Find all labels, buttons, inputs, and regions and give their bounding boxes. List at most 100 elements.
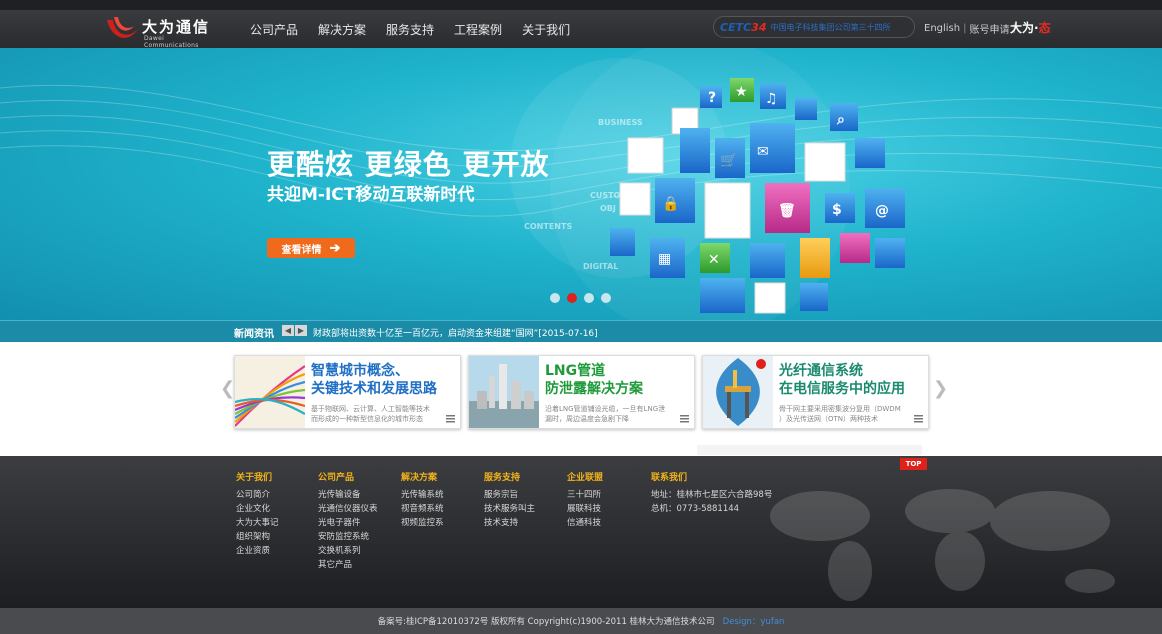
news-headline-link[interactable]: 财政部将出资数十亿至一百亿元，启动资金来组建“国网”[2015-07-16] <box>313 326 598 339</box>
footer-link[interactable]: 企业文化 <box>236 502 279 516</box>
card-title: LNG管道 防泄露解决方案 <box>545 363 643 397</box>
news-ticker: 新闻资讯 ◀ ▶ 财政部将出资数十亿至一百亿元，启动资金来组建“国网”[2015… <box>0 320 1162 342</box>
header: 大为通信 Dawei Communications 公司产品 解决方案 服务支持… <box>0 0 1162 49</box>
banner-title: 更酷炫 更绿色 更开放 <box>267 148 550 181</box>
copyright-bar: 备案号:桂ICP备12010372号 版权所有 Copyright(c)1900… <box>0 608 1162 634</box>
footer-col-title: 公司产品 <box>318 473 355 483</box>
world-map-background <box>770 489 1115 601</box>
nav-cases[interactable]: 工程案例 <box>454 21 502 38</box>
designer-link[interactable]: Design：yufan <box>723 615 785 627</box>
feature-card-smart-city[interactable]: 智慧城市概念、 关键技术和发展思路 基于物联网、云计算、人工智能等技术 而形成的一种… <box>234 355 461 429</box>
feature-cards: 智慧城市概念、 关键技术和发展思路 基于物联网、云计算、人工智能等技术 而形成的一种… <box>234 355 929 430</box>
footer-link[interactable]: 光传输系统 <box>401 488 444 502</box>
footer-link[interactable]: 视频监控系 <box>401 516 444 530</box>
lng-plant-image <box>469 356 539 428</box>
footer-link[interactable]: 组织架构 <box>236 530 279 544</box>
view-details-button[interactable]: 查看详情 ➔ <box>267 238 355 258</box>
footer-link[interactable]: 大为大事记 <box>236 516 279 530</box>
oil-rig-image <box>703 356 773 428</box>
card-description: 基于物联网、云计算、人工智能等技术 而形成的一种新型信息化的城市形态 <box>311 405 430 423</box>
card-title: 智慧城市概念、 关键技术和发展思路 <box>311 363 437 397</box>
card-description: 沿着LNG管道铺设光缆，一旦有LNG泄 漏时，周边温度会急剧下降 <box>545 405 666 423</box>
hero-banner: BUSINESS CUSTO OBJ CONTENTS DIGITAL 更酷炫 … <box>0 48 1162 320</box>
footer-link[interactable]: 光电子器件 <box>318 516 378 530</box>
footer-link[interactable]: 服务宗旨 <box>484 488 535 502</box>
carousel-track <box>697 445 922 455</box>
footer-link[interactable]: 技术服务叫主 <box>484 502 535 516</box>
english-link[interactable]: English <box>924 23 960 34</box>
nav-about[interactable]: 关于我们 <box>522 21 570 38</box>
arrow-right-icon: ➔ <box>329 240 341 255</box>
nav-solutions[interactable]: 解决方案 <box>318 21 366 38</box>
footer-link[interactable]: 其它产品 <box>318 558 378 572</box>
svg-text:🗑: 🗑 <box>778 202 796 219</box>
logo-subtext: Dawei Communications <box>144 35 199 49</box>
svg-text:$: $ <box>832 202 842 218</box>
app-cubes-illustration: ? ♫ ★ ⌕ 🛒 ✉ 🔒 🗑 @ $ ▦ ✕ <box>610 78 905 314</box>
footer-col-title: 关于我们 <box>236 473 273 483</box>
carousel-prev-button[interactable]: ❮ <box>220 378 235 399</box>
footer-link[interactable]: 交换机系列 <box>318 544 378 558</box>
svg-text:⌕: ⌕ <box>836 112 845 128</box>
footer-col-alliance: 企业联盟 三十四所 展联科技 信通科技 <box>567 470 603 530</box>
footer-col-about: 关于我们 公司简介 企业文化 大为大事记 组织架构 企业资质 <box>236 470 279 558</box>
banner-word: CONTENTS <box>524 222 573 231</box>
footer-link[interactable]: 视音频系统 <box>401 502 444 516</box>
svg-text:?: ? <box>708 90 716 106</box>
news-prev-button[interactable]: ◀ <box>282 325 294 336</box>
carousel-next-button[interactable]: ❯ <box>933 378 948 399</box>
top-links: English | 账号申请 | <box>924 21 1019 36</box>
footer-link[interactable]: 技术支持 <box>484 516 535 530</box>
back-to-top-button[interactable]: TOP <box>900 458 927 470</box>
banner-dot-3[interactable] <box>584 293 594 303</box>
feature-card-lng[interactable]: LNG管道 防泄露解决方案 沿着LNG管道铺设光缆，一旦有LNG泄 漏时，周边温度会… <box>468 355 695 429</box>
news-next-button[interactable]: ▶ <box>295 325 307 336</box>
footer-col-support: 服务支持 服务宗旨 技术服务叫主 技术支持 <box>484 470 535 530</box>
svg-text:✉: ✉ <box>757 144 769 160</box>
menu-icon[interactable] <box>914 415 923 423</box>
footer-col-title: 联系我们 <box>651 473 688 483</box>
logo-text: 大为通信 <box>142 18 211 36</box>
card-description: 骨干网主要采用密集波分复用（DWDM ）及光传送网（OTN）两种技术 <box>779 405 901 423</box>
news-arrows: ◀ ▶ <box>282 325 308 336</box>
banner-dot-1[interactable] <box>550 293 560 303</box>
footer-link[interactable]: 光通信仪器仪表 <box>318 502 378 516</box>
feature-card-fiber[interactable]: 光纤通信系统 在电信服务中的应用 骨干网主要采用密集波分复用（DWDM ）及光传送网… <box>702 355 929 429</box>
main-nav: 公司产品 解决方案 服务支持 工程案例 关于我们 <box>240 10 580 48</box>
banner-dot-4[interactable] <box>601 293 611 303</box>
svg-text:♫: ♫ <box>765 91 778 107</box>
banner-pagination <box>550 293 618 303</box>
logo[interactable]: 大为通信 Dawei Communications <box>104 14 214 49</box>
card-title: 光纤通信系统 在电信服务中的应用 <box>779 363 905 397</box>
footer-link[interactable]: 安防监控系统 <box>318 530 378 544</box>
account-apply-link[interactable]: 账号申请 <box>969 21 1009 36</box>
footer-link[interactable]: 企业资质 <box>236 544 279 558</box>
cetc-text: 中国电子科技集团公司第三十四所 <box>770 22 891 32</box>
nav-support[interactable]: 服务支持 <box>386 21 434 38</box>
nav-products[interactable]: 公司产品 <box>250 21 298 38</box>
contact-phone: 总机：0773-5881144 <box>651 504 740 514</box>
svg-text:★: ★ <box>735 84 748 100</box>
footer-col-products: 公司产品 光传输设备 光通信仪器仪表 光电子器件 安防监控系统 交换机系列 其它… <box>318 470 378 572</box>
footer-link[interactable]: 展联科技 <box>567 502 603 516</box>
banner-waves <box>0 48 1162 320</box>
svg-text:▦: ▦ <box>658 251 671 267</box>
banner-dot-2[interactable] <box>567 293 577 303</box>
footer-link[interactable]: 公司简介 <box>236 488 279 502</box>
footer-link[interactable]: 信通科技 <box>567 516 603 530</box>
svg-text:🔒: 🔒 <box>662 196 679 212</box>
svg-text:🛒: 🛒 <box>720 152 737 169</box>
cetc-badge[interactable]: CETC34 中国电子科技集团公司第三十四所 <box>713 16 915 38</box>
menu-icon[interactable] <box>680 415 689 423</box>
logo-swoosh-icon <box>107 17 138 38</box>
svg-text:@: @ <box>875 203 889 219</box>
cetc-logo: CETC34 <box>720 20 767 34</box>
footer-link[interactable]: 三十四所 <box>567 488 603 502</box>
footer-link[interactable]: 光传输设备 <box>318 488 378 502</box>
menu-icon[interactable] <box>446 415 455 423</box>
svg-text:✕: ✕ <box>708 252 720 268</box>
footer-col-title: 服务支持 <box>484 473 521 483</box>
footer-col-solutions: 解决方案 光传输系统 视音频系统 视频监控系 <box>401 470 444 530</box>
banner-subtitle: 共迎M-ICT移动互联新时代 <box>267 185 475 205</box>
copyright-text: 备案号:桂ICP备12010372号 版权所有 Copyright(c)1900… <box>377 617 715 627</box>
